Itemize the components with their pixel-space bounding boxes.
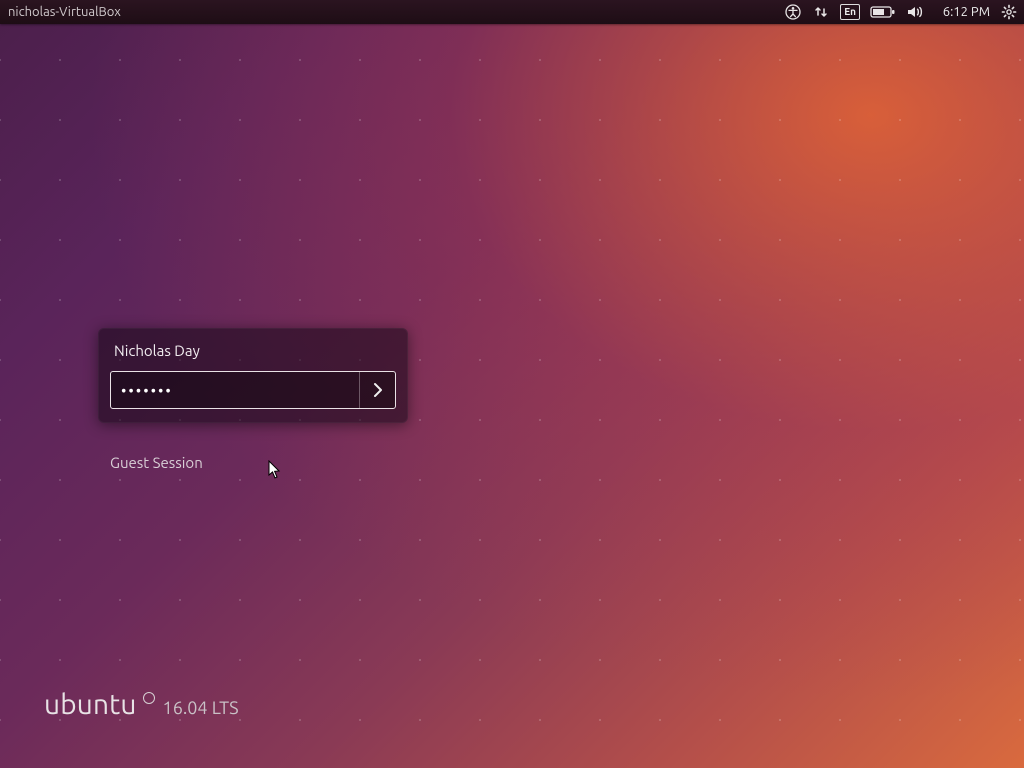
distro-branding: ubuntu 16.04 LTS [44, 689, 239, 720]
selected-username[interactable]: Nicholas Day [110, 342, 396, 371]
guest-session-button[interactable]: Guest Session [110, 454, 203, 471]
login-submit-button[interactable] [359, 372, 395, 408]
password-input[interactable] [111, 372, 359, 408]
mouse-cursor [268, 460, 282, 480]
network-updown-icon[interactable] [812, 3, 830, 21]
login-box: Nicholas Day [98, 328, 408, 423]
volume-high-icon[interactable] [906, 3, 926, 21]
distro-name: ubuntu [44, 689, 137, 720]
battery-icon[interactable] [870, 3, 896, 21]
system-tray: En 6:12 PM [784, 3, 1018, 21]
accessibility-icon[interactable] [784, 3, 802, 21]
hostname-label: nicholas-VirtualBox [8, 5, 121, 19]
top-panel: nicholas-VirtualBox En [0, 0, 1024, 24]
clock-label[interactable]: 6:12 PM [936, 5, 990, 19]
ubuntu-cof-icon [143, 692, 155, 704]
password-row [110, 371, 396, 409]
language-indicator[interactable]: En [840, 4, 860, 20]
gear-icon[interactable] [1000, 3, 1018, 21]
distro-version: 16.04 LTS [163, 698, 239, 718]
